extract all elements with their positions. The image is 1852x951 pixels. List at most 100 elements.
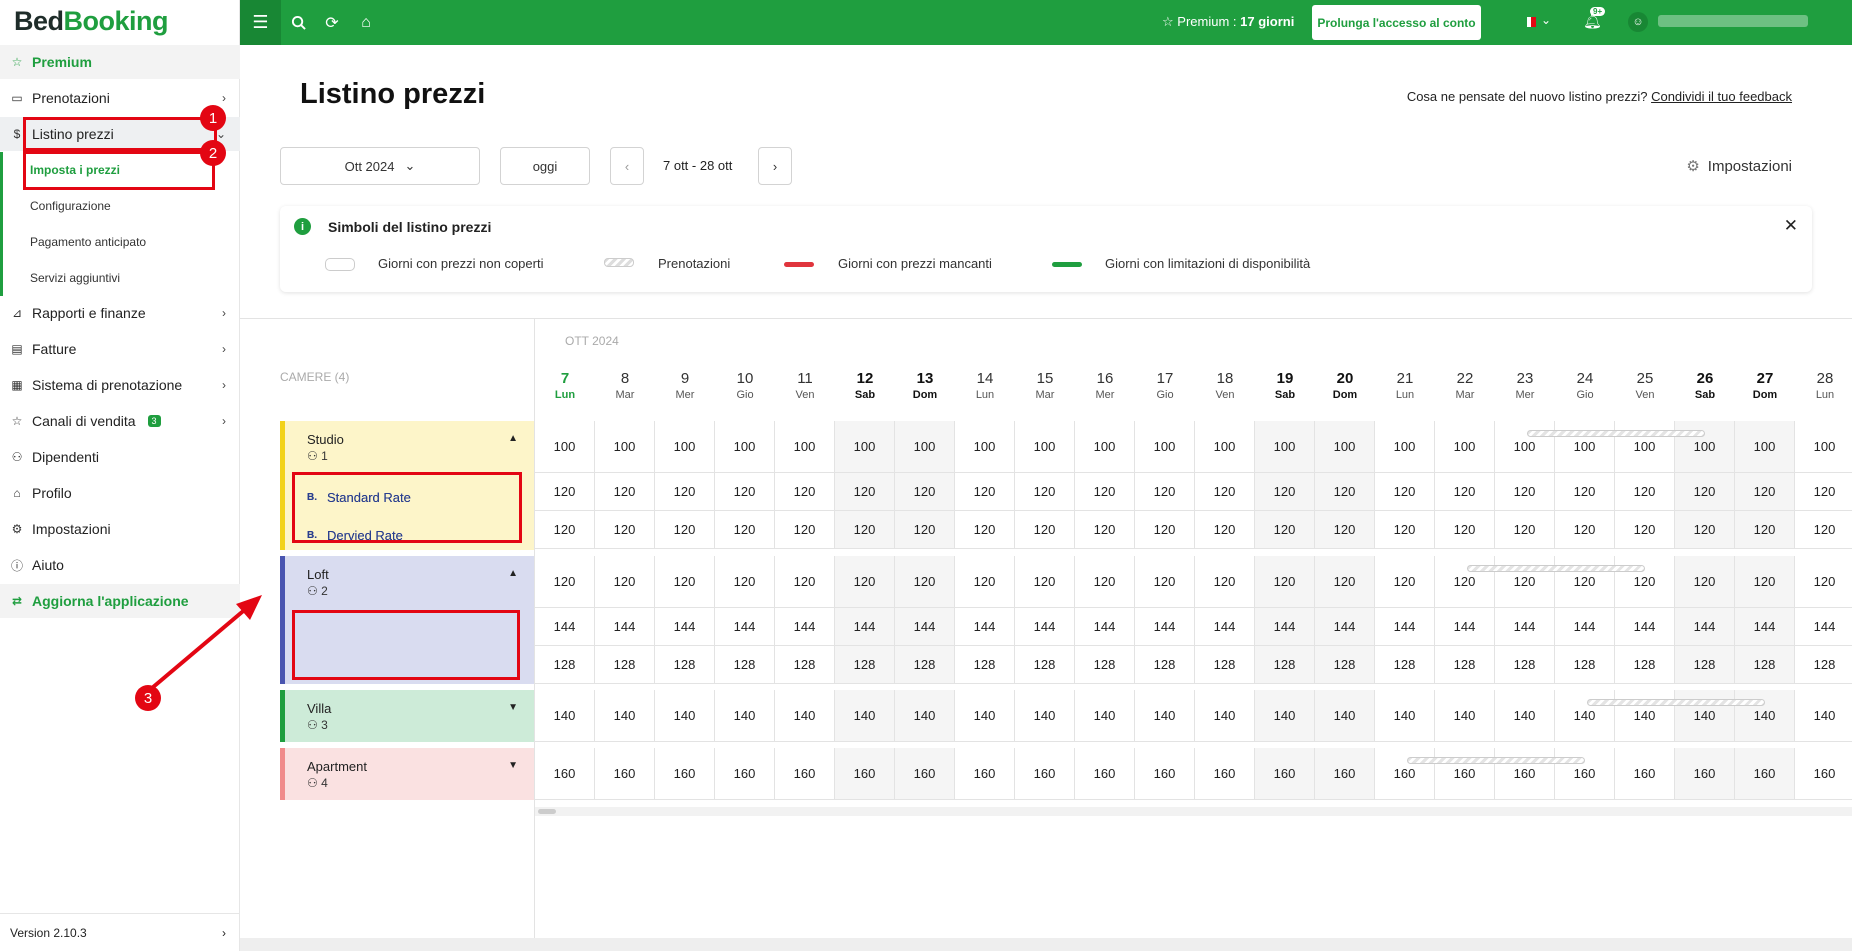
price-cell[interactable]: 128: [1075, 646, 1135, 684]
price-cell[interactable]: 140: [535, 690, 595, 742]
price-cell[interactable]: 120: [1795, 473, 1852, 511]
booking-bar[interactable]: [1407, 757, 1585, 764]
price-cell[interactable]: 140: [1135, 690, 1195, 742]
sidebar-item-impostazioni[interactable]: ⚙ Impostazioni: [0, 512, 240, 546]
price-cell[interactable]: 120: [1735, 511, 1795, 549]
search-button[interactable]: [281, 0, 315, 45]
price-cell[interactable]: 120: [1015, 511, 1075, 549]
price-cell[interactable]: 120: [1195, 556, 1255, 608]
price-cell[interactable]: 140: [1075, 690, 1135, 742]
caret-down-icon[interactable]: ▼: [508, 702, 518, 713]
price-cell[interactable]: 120: [1015, 473, 1075, 511]
price-cell[interactable]: 144: [1555, 608, 1615, 646]
price-cell[interactable]: 128: [1795, 646, 1852, 684]
price-cell[interactable]: 144: [1075, 608, 1135, 646]
price-cell[interactable]: 140: [715, 690, 775, 742]
price-cell[interactable]: 120: [1375, 556, 1435, 608]
price-cell[interactable]: 120: [1195, 511, 1255, 549]
scrollbar-thumb[interactable]: [538, 809, 556, 814]
price-cell[interactable]: 128: [1435, 646, 1495, 684]
price-cell[interactable]: 140: [1315, 690, 1375, 742]
price-cell[interactable]: 120: [1555, 556, 1615, 608]
price-cell[interactable]: 120: [835, 473, 895, 511]
price-cell[interactable]: 120: [1135, 556, 1195, 608]
price-cell[interactable]: 100: [835, 421, 895, 473]
price-cell[interactable]: 120: [595, 473, 655, 511]
sidebar-subitem-servizi-aggiuntivi[interactable]: Servizi aggiuntivi: [0, 260, 240, 296]
price-cell[interactable]: 160: [1435, 748, 1495, 800]
price-cell[interactable]: 128: [595, 646, 655, 684]
month-select[interactable]: Ott 2024 ⌄: [280, 147, 480, 185]
price-cell[interactable]: 144: [1315, 608, 1375, 646]
price-cell[interactable]: 100: [1075, 421, 1135, 473]
price-cell[interactable]: 120: [1435, 511, 1495, 549]
price-cell[interactable]: 144: [955, 608, 1015, 646]
booking-bar[interactable]: [1467, 565, 1645, 572]
price-cell[interactable]: 140: [1255, 690, 1315, 742]
price-cell[interactable]: 144: [1495, 608, 1555, 646]
price-cell[interactable]: 128: [1495, 646, 1555, 684]
price-cell[interactable]: 100: [1615, 421, 1675, 473]
next-period-button[interactable]: ›: [758, 147, 792, 185]
price-cell[interactable]: 128: [715, 646, 775, 684]
app-logo[interactable]: BedBooking: [0, 0, 239, 44]
price-cell[interactable]: 120: [1795, 511, 1852, 549]
previous-period-button[interactable]: ‹: [610, 147, 644, 185]
price-cell[interactable]: 100: [1495, 421, 1555, 473]
price-cell[interactable]: 160: [1315, 748, 1375, 800]
price-cell[interactable]: 120: [1735, 556, 1795, 608]
price-cell[interactable]: 100: [1015, 421, 1075, 473]
price-cell[interactable]: 120: [1135, 511, 1195, 549]
price-cell[interactable]: 100: [1255, 421, 1315, 473]
price-cell[interactable]: 120: [535, 556, 595, 608]
price-cell[interactable]: 144: [1195, 608, 1255, 646]
price-cell[interactable]: 128: [1255, 646, 1315, 684]
price-cell[interactable]: 144: [835, 608, 895, 646]
price-cell[interactable]: 120: [1495, 511, 1555, 549]
price-cell[interactable]: 128: [835, 646, 895, 684]
price-cell[interactable]: 120: [1615, 473, 1675, 511]
price-cell[interactable]: 160: [655, 748, 715, 800]
booking-bar[interactable]: [1527, 430, 1705, 437]
price-cell[interactable]: 120: [895, 511, 955, 549]
price-cell[interactable]: 140: [1675, 690, 1735, 742]
price-cell[interactable]: 100: [1195, 421, 1255, 473]
price-cell[interactable]: 128: [1555, 646, 1615, 684]
price-cell[interactable]: 160: [1795, 748, 1852, 800]
home-button[interactable]: ⌂: [349, 0, 383, 45]
price-cell[interactable]: 128: [535, 646, 595, 684]
price-cell[interactable]: 128: [1735, 646, 1795, 684]
price-cell[interactable]: 144: [535, 608, 595, 646]
price-cell[interactable]: 140: [1735, 690, 1795, 742]
price-cell[interactable]: 120: [535, 511, 595, 549]
price-cell[interactable]: 160: [535, 748, 595, 800]
price-cell[interactable]: 128: [1375, 646, 1435, 684]
price-cell[interactable]: 100: [1435, 421, 1495, 473]
price-cell[interactable]: 120: [1615, 556, 1675, 608]
price-cell[interactable]: 128: [1675, 646, 1735, 684]
price-cell[interactable]: 100: [1735, 421, 1795, 473]
price-cell[interactable]: 120: [1255, 473, 1315, 511]
price-cell[interactable]: 100: [775, 421, 835, 473]
price-cell[interactable]: 160: [775, 748, 835, 800]
price-cell[interactable]: 100: [715, 421, 775, 473]
price-cell[interactable]: 100: [1135, 421, 1195, 473]
price-cell[interactable]: 120: [595, 511, 655, 549]
price-cell[interactable]: 120: [1795, 556, 1852, 608]
price-cell[interactable]: 120: [1675, 511, 1735, 549]
room-block[interactable]: Villa ⚇ 3 ▼: [280, 690, 534, 742]
chevron-down-icon[interactable]: ⌄: [1541, 13, 1551, 27]
price-cell[interactable]: 120: [715, 473, 775, 511]
price-cell[interactable]: 144: [775, 608, 835, 646]
price-cell[interactable]: 100: [1675, 421, 1735, 473]
price-cell[interactable]: 120: [655, 556, 715, 608]
refresh-button[interactable]: ⟳: [315, 0, 349, 45]
sidebar-item-canali-vendita[interactable]: ☆ Canali di vendita 3 ›: [0, 404, 240, 438]
price-cell[interactable]: 120: [1315, 473, 1375, 511]
price-cell[interactable]: 144: [1795, 608, 1852, 646]
sidebar-item-dipendenti[interactable]: ⚇ Dipendenti: [0, 440, 240, 474]
sidebar-item-aiuto[interactable]: ⓘ Aiuto: [0, 548, 240, 582]
price-cell[interactable]: 144: [1615, 608, 1675, 646]
price-cell[interactable]: 140: [1435, 690, 1495, 742]
price-cell[interactable]: 120: [955, 556, 1015, 608]
